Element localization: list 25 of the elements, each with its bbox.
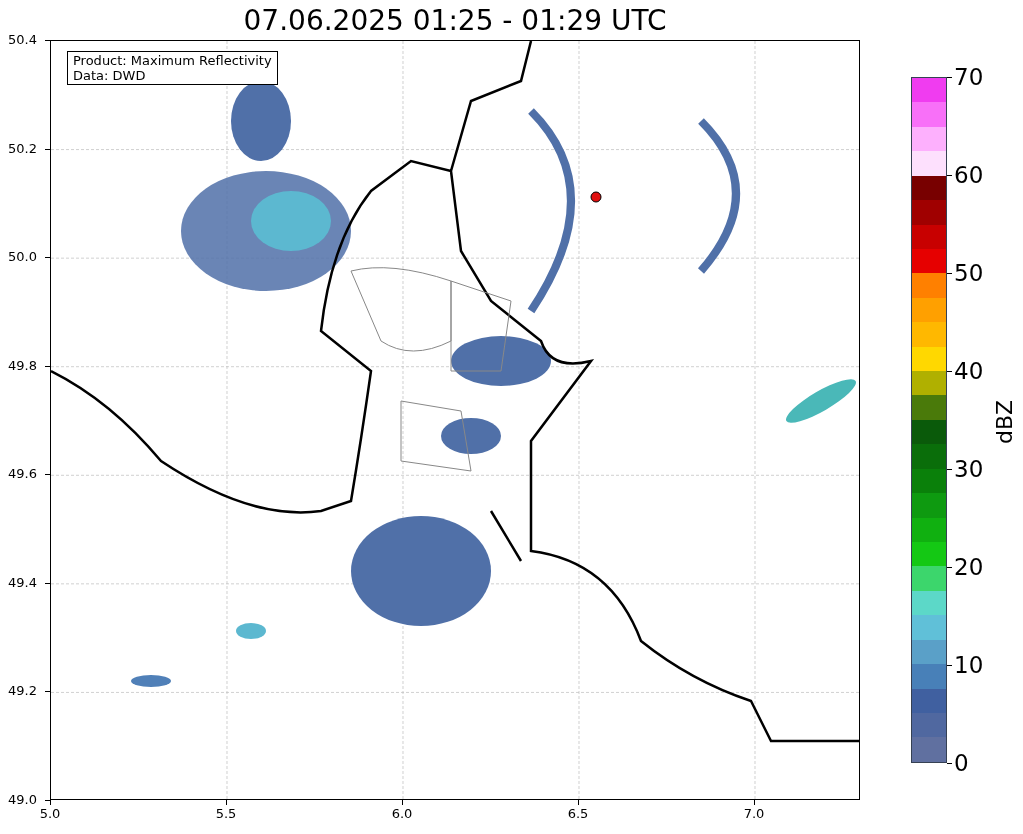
x-tick-label: 6.5 — [567, 806, 589, 822]
y-tick-label: 49.4 — [8, 574, 37, 591]
x-tick-label: 5.0 — [39, 806, 61, 822]
y-tick-label: 49.8 — [8, 357, 37, 374]
colorbar-tick-label: 50 — [954, 260, 984, 286]
x-tick-label: 7.0 — [743, 806, 765, 822]
chart-title: 07.06.2025 01:25 - 01:29 UTC — [242, 4, 668, 38]
colorbar-tick-label: 70 — [954, 64, 984, 90]
colorbar-tick-label: 60 — [954, 162, 984, 188]
y-tick-label: 50.0 — [8, 249, 37, 266]
colorbar-tick-label: 30 — [954, 456, 984, 482]
x-tick-label: 5.5 — [215, 806, 237, 822]
legend-text: Data: DWD — [73, 68, 147, 83]
y-tick-label: 49.2 — [8, 683, 37, 700]
colorbar-tick-label: 0 — [954, 750, 969, 776]
colorbar-label: dBZ — [992, 398, 1018, 447]
colorbar-tick-label: 20 — [954, 554, 984, 580]
y-tick-label: 49.0 — [8, 792, 37, 808]
y-tick-label: 50.2 — [8, 140, 37, 157]
y-tick-label: 49.6 — [8, 466, 37, 483]
x-tick-label: 6.0 — [391, 806, 413, 822]
colorbar-tick-label: 40 — [954, 358, 984, 384]
y-tick-label: 50.4 — [8, 32, 37, 48]
legend-text: Product: Maximum Reflectivity — [73, 53, 272, 68]
colorbar-tick-label: 10 — [954, 652, 984, 678]
